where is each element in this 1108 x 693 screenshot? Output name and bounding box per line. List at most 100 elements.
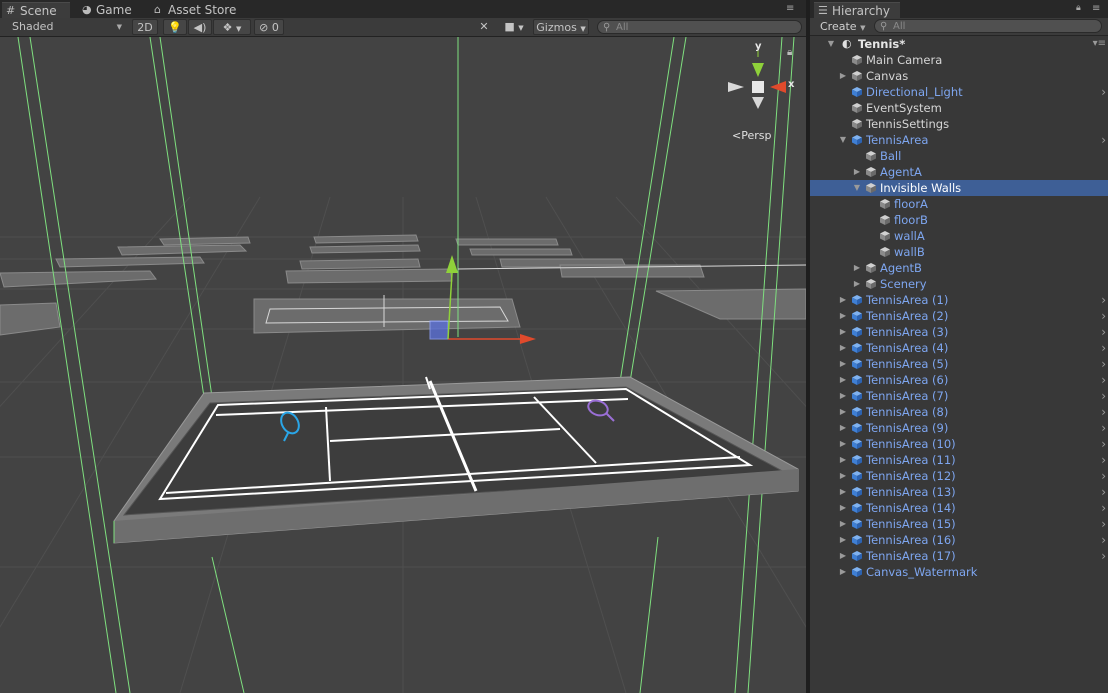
scene-viewport[interactable]: y x 🔒︎ <Persp xyxy=(0,37,806,693)
hierarchy-row[interactable]: ▶ TennisArea (11) › xyxy=(810,452,1108,468)
hierarchy-row[interactable]: ▶ AgentA xyxy=(810,164,1108,180)
prefab-open-arrow-icon[interactable]: › xyxy=(1101,452,1106,468)
hierarchy-row[interactable]: ▼ Invisible Walls xyxy=(810,180,1108,196)
hierarchy-row[interactable]: ▶ TennisArea (15) › xyxy=(810,516,1108,532)
hierarchy-row[interactable]: ▶ TennisArea (2) › xyxy=(810,308,1108,324)
collapse-arrow-icon[interactable]: ▶ xyxy=(838,388,848,404)
prefab-open-arrow-icon[interactable]: › xyxy=(1101,420,1106,436)
collapse-arrow-icon[interactable]: ▶ xyxy=(852,260,862,276)
collapse-arrow-icon[interactable]: ▶ xyxy=(838,436,848,452)
hierarchy-row[interactable]: Ball xyxy=(810,148,1108,164)
prefab-open-arrow-icon[interactable]: › xyxy=(1101,548,1106,564)
projection-toggle[interactable]: <Persp xyxy=(732,129,771,142)
hierarchy-row[interactable]: ▼ TennisArea › xyxy=(810,132,1108,148)
draw-mode-dropdown[interactable]: Shaded ▼ xyxy=(4,19,126,35)
hierarchy-row[interactable]: TennisSettings xyxy=(810,116,1108,132)
collapse-arrow-icon[interactable]: ▶ xyxy=(838,372,848,388)
collapse-arrow-icon[interactable]: ▶ xyxy=(838,452,848,468)
hierarchy-row[interactable]: wallA xyxy=(810,228,1108,244)
prefab-open-arrow-icon[interactable]: › xyxy=(1101,372,1106,388)
prefab-open-arrow-icon[interactable]: › xyxy=(1101,84,1106,100)
collapse-arrow-icon[interactable]: ▶ xyxy=(838,564,848,580)
hierarchy-row[interactable]: ▶ AgentB xyxy=(810,260,1108,276)
hierarchy-row[interactable]: ▶ TennisArea (12) › xyxy=(810,468,1108,484)
collapse-arrow-icon[interactable]: ▶ xyxy=(838,516,848,532)
effects-dropdown[interactable]: ❖ ▼ xyxy=(213,19,251,35)
hierarchy-row[interactable]: wallB xyxy=(810,244,1108,260)
hierarchy-row[interactable]: ▶ TennisArea (13) › xyxy=(810,484,1108,500)
hierarchy-row[interactable]: ▶ TennisArea (16) › xyxy=(810,532,1108,548)
hierarchy-row[interactable]: ▶ TennisArea (7) › xyxy=(810,388,1108,404)
hierarchy-row[interactable]: ▶ TennisArea (8) › xyxy=(810,404,1108,420)
expand-arrow-icon[interactable]: ▼ xyxy=(838,132,848,148)
scene-menu-icon[interactable]: ▾≡ xyxy=(1093,36,1106,52)
tools-button[interactable]: ✕ xyxy=(474,19,494,35)
scene-search-input[interactable]: ⚲ All xyxy=(597,20,802,34)
expand-arrow-icon[interactable]: ▼ xyxy=(852,180,862,196)
prefab-open-arrow-icon[interactable]: › xyxy=(1101,468,1106,484)
scene-root-row[interactable]: ▼ ◐ Tennis* ▾≡ xyxy=(810,36,1108,52)
collapse-arrow-icon[interactable]: ▶ xyxy=(852,164,862,180)
hierarchy-row[interactable]: EventSystem xyxy=(810,100,1108,116)
lock-icon[interactable]: 🔒︎ xyxy=(787,47,792,58)
lock-icon[interactable]: 🔒︎ xyxy=(1076,3,1081,13)
hierarchy-row[interactable]: ▶ Canvas_Watermark xyxy=(810,564,1108,580)
collapse-arrow-icon[interactable]: ▶ xyxy=(838,292,848,308)
collapse-arrow-icon[interactable]: ▶ xyxy=(838,548,848,564)
prefab-open-arrow-icon[interactable]: › xyxy=(1101,484,1106,500)
collapse-arrow-icon[interactable]: ▶ xyxy=(838,532,848,548)
prefab-open-arrow-icon[interactable]: › xyxy=(1101,356,1106,372)
scene-canvas[interactable] xyxy=(0,37,806,693)
prefab-open-arrow-icon[interactable]: › xyxy=(1101,308,1106,324)
panel-menu-icon[interactable]: ≡ xyxy=(1092,3,1100,14)
expand-arrow-icon[interactable]: ▼ xyxy=(826,36,836,52)
hierarchy-row[interactable]: Directional_Light › xyxy=(810,84,1108,100)
collapse-arrow-icon[interactable]: ▶ xyxy=(838,420,848,436)
prefab-open-arrow-icon[interactable]: › xyxy=(1101,324,1106,340)
hierarchy-row[interactable]: ▶ Scenery xyxy=(810,276,1108,292)
collapse-arrow-icon[interactable]: ▶ xyxy=(838,404,848,420)
hierarchy-row[interactable]: ▶ TennisArea (5) › xyxy=(810,356,1108,372)
hierarchy-row[interactable]: ▶ TennisArea (3) › xyxy=(810,324,1108,340)
prefab-open-arrow-icon[interactable]: › xyxy=(1101,516,1106,532)
collapse-arrow-icon[interactable]: ▶ xyxy=(838,68,848,84)
toggle-2d-button[interactable]: 2D xyxy=(132,19,158,35)
hierarchy-search-input[interactable]: ⚲ All xyxy=(874,19,1102,33)
prefab-open-arrow-icon[interactable]: › xyxy=(1101,292,1106,308)
prefab-open-arrow-icon[interactable]: › xyxy=(1101,404,1106,420)
hierarchy-row[interactable]: ▶ TennisArea (4) › xyxy=(810,340,1108,356)
hierarchy-row[interactable]: ▶ TennisArea (6) › xyxy=(810,372,1108,388)
collapse-arrow-icon[interactable]: ▶ xyxy=(838,308,848,324)
prefab-open-arrow-icon[interactable]: › xyxy=(1101,436,1106,452)
collapse-arrow-icon[interactable]: ▶ xyxy=(852,276,862,292)
collapse-arrow-icon[interactable]: ▶ xyxy=(838,340,848,356)
hierarchy-row[interactable]: ▶ TennisArea (10) › xyxy=(810,436,1108,452)
hidden-objects-toggle[interactable]: ⊘ 0 xyxy=(254,19,284,35)
hierarchy-row[interactable]: ▶ TennisArea (9) › xyxy=(810,420,1108,436)
collapse-arrow-icon[interactable]: ▶ xyxy=(838,484,848,500)
prefab-open-arrow-icon[interactable]: › xyxy=(1101,132,1106,148)
hierarchy-row[interactable]: ▶ TennisArea (1) › xyxy=(810,292,1108,308)
hierarchy-row[interactable]: ▶ Canvas xyxy=(810,68,1108,84)
prefab-open-arrow-icon[interactable]: › xyxy=(1101,500,1106,516)
hierarchy-row[interactable]: floorB xyxy=(810,212,1108,228)
tab-game[interactable]: ◕ Game xyxy=(78,2,144,18)
prefab-open-arrow-icon[interactable]: › xyxy=(1101,532,1106,548)
panel-menu-icon[interactable]: ≡ xyxy=(786,3,794,14)
lighting-toggle[interactable]: 💡 xyxy=(163,19,187,35)
hierarchy-row[interactable]: Main Camera xyxy=(810,52,1108,68)
prefab-open-arrow-icon[interactable]: › xyxy=(1101,388,1106,404)
collapse-arrow-icon[interactable]: ▶ xyxy=(838,468,848,484)
tab-hierarchy[interactable]: ☰ Hierarchy xyxy=(814,2,900,18)
collapse-arrow-icon[interactable]: ▶ xyxy=(838,500,848,516)
audio-toggle[interactable]: ◀) xyxy=(188,19,212,35)
collapse-arrow-icon[interactable]: ▶ xyxy=(838,324,848,340)
camera-dropdown[interactable]: ■ ▼ xyxy=(500,19,528,35)
prefab-open-arrow-icon[interactable]: › xyxy=(1101,340,1106,356)
gizmos-dropdown[interactable]: Gizmos ▼ xyxy=(533,19,589,35)
hierarchy-row[interactable]: ▶ TennisArea (17) › xyxy=(810,548,1108,564)
collapse-arrow-icon[interactable]: ▶ xyxy=(838,356,848,372)
hierarchy-row[interactable]: floorA xyxy=(810,196,1108,212)
hierarchy-row[interactable]: ▶ TennisArea (14) › xyxy=(810,500,1108,516)
create-dropdown[interactable]: Create ▼ xyxy=(820,19,865,35)
